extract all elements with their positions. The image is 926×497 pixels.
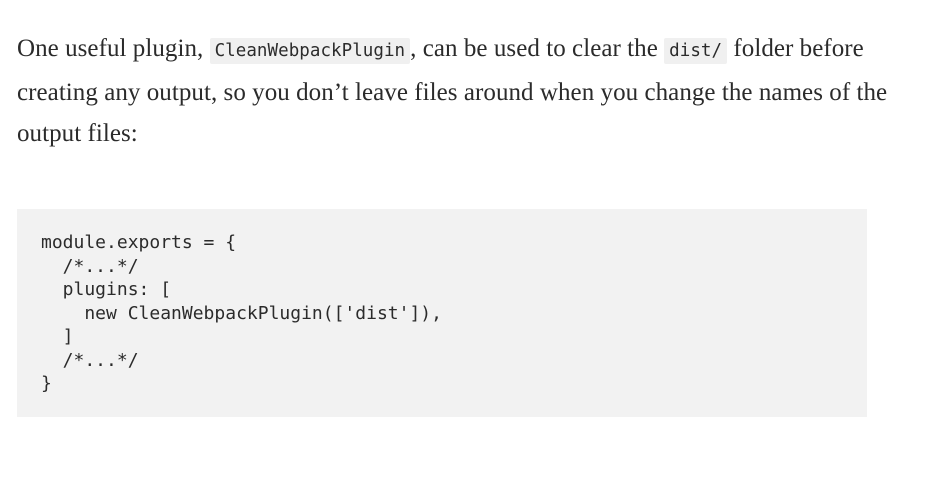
code-line: ]	[41, 326, 74, 347]
code-line: plugins: [	[41, 279, 172, 300]
code-line: }	[41, 373, 52, 394]
paragraph-text: One useful plugin,	[17, 35, 210, 62]
code-block: module.exports = { /*...*/ plugins: [ ne…	[17, 209, 867, 417]
paragraph-text: , can be used to clear the	[410, 35, 665, 62]
body-paragraph: One useful plugin, CleanWebpackPlugin, c…	[17, 28, 897, 154]
code-line: /*...*/	[41, 255, 139, 277]
code-line: /*...*/	[41, 349, 139, 371]
code-line: new CleanWebpackPlugin(['dist']),	[41, 302, 442, 324]
inline-code-plugin-name: CleanWebpackPlugin	[209, 38, 411, 64]
code-line: module.exports = {	[41, 232, 237, 253]
inline-code-dist-folder: dist/	[664, 38, 728, 64]
code-content: module.exports = { /*...*/ plugins: [ ne…	[41, 231, 867, 396]
